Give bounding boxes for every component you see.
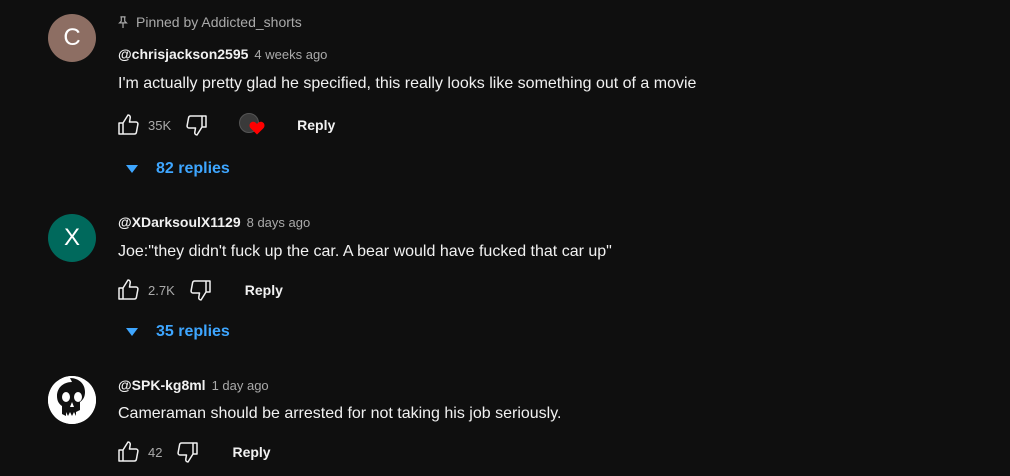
creator-heart	[239, 113, 265, 137]
author-name[interactable]: @SPK-kg8ml	[118, 377, 206, 393]
view-replies-button[interactable]: 35 replies	[126, 323, 230, 341]
chevron-down-icon	[126, 165, 138, 173]
comment-toolbar: 42 Reply	[116, 438, 271, 466]
timestamp[interactable]: 8 days ago	[247, 215, 311, 230]
author-name[interactable]: @chrisjackson2595	[118, 46, 248, 62]
avatar[interactable]: C	[48, 14, 96, 62]
like-count: 2.7K	[148, 282, 175, 298]
comment-toolbar: 35K Reply	[116, 111, 335, 139]
avatar-letter: X	[63, 224, 80, 251]
replies-count: 82 replies	[156, 160, 230, 177]
dislike-icon[interactable]	[176, 440, 200, 464]
view-replies-button[interactable]: 82 replies	[126, 160, 230, 178]
comment-text: Cameraman should be arrested for not tak…	[118, 405, 562, 422]
like-icon[interactable]	[116, 113, 140, 137]
comments-section: C Pinned by Addicted_shorts @chrisjackso…	[0, 0, 1010, 476]
like-count: 42	[148, 444, 163, 460]
author-name[interactable]: @XDarksoulX1129	[118, 214, 241, 230]
comment-toolbar: 2.7K Reply	[116, 276, 283, 304]
comment-header: @chrisjackson2595 4 weeks ago	[118, 46, 327, 62]
heart-icon	[249, 121, 265, 135]
avatar-letter: C	[63, 24, 81, 51]
reply-button[interactable]: Reply	[245, 282, 283, 298]
like-icon[interactable]	[116, 278, 140, 302]
reply-button[interactable]: Reply	[232, 444, 270, 460]
like-icon[interactable]	[116, 440, 140, 464]
dislike-icon[interactable]	[189, 278, 213, 302]
comment-text: Joe:"they didn't fuck up the car. A bear…	[118, 243, 612, 260]
replies-count: 35 replies	[156, 323, 230, 340]
reply-button[interactable]: Reply	[297, 117, 335, 133]
comment-header: @SPK-kg8ml 1 day ago	[118, 377, 269, 393]
comment-text: I'm actually pretty glad he specified, t…	[118, 75, 697, 92]
dislike-icon[interactable]	[185, 113, 209, 137]
comment-header: @XDarksoulX1129 8 days ago	[118, 214, 310, 230]
punisher-skull-icon	[48, 376, 96, 424]
timestamp[interactable]: 1 day ago	[212, 378, 269, 393]
pinned-label: Pinned by Addicted_shorts	[118, 14, 302, 30]
pin-icon	[118, 16, 128, 28]
avatar[interactable]: X	[48, 214, 96, 262]
chevron-down-icon	[126, 328, 138, 336]
timestamp[interactable]: 4 weeks ago	[254, 47, 327, 62]
avatar[interactable]	[48, 376, 96, 424]
pinned-text: Pinned by Addicted_shorts	[136, 14, 302, 30]
like-count: 35K	[148, 117, 172, 133]
